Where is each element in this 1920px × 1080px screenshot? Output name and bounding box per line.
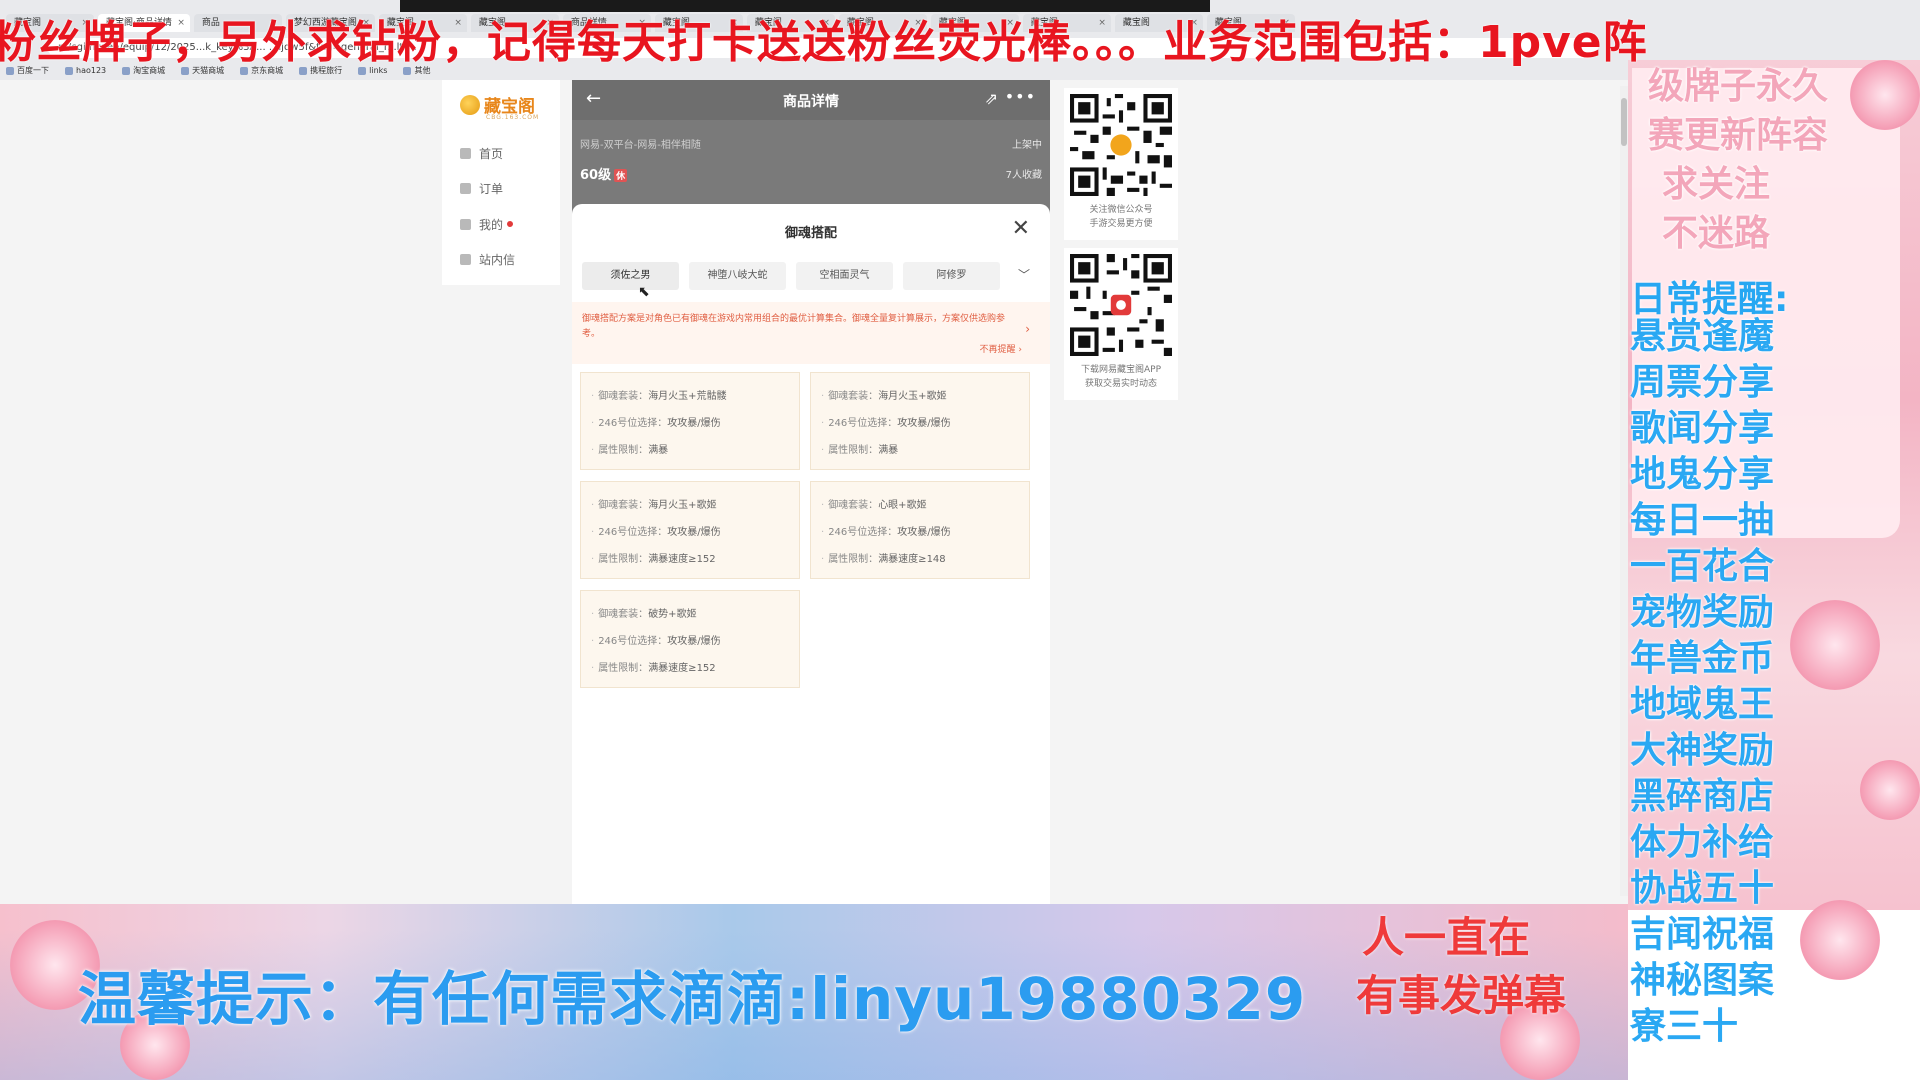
chevron-right-icon[interactable]: ›	[1025, 322, 1030, 336]
stream-overlay-banner: 粉丝牌子，另外求钻粉，记得每天打卡送送粉丝荧光棒。。。业务范围包括：1pve阵	[0, 17, 1648, 68]
stream-video-strip	[400, 0, 1210, 12]
stream-status-line2: 有事发弹幕	[1356, 971, 1567, 1020]
sakura-decoration	[1800, 900, 1880, 980]
tab-shikigami-2[interactable]: 神堕八岐大蛇	[689, 262, 786, 290]
close-icon[interactable]: ✕	[1012, 216, 1030, 241]
page-title: 商品详情	[783, 94, 839, 110]
list-item: 地域鬼王	[1630, 684, 1775, 725]
modal-title: 御魂搭配	[784, 226, 837, 241]
combo-card[interactable]: 御魂套装：破势+歌姬 246号位选择：攻攻暴/爆伤 属性限制：满暴速度≥152	[580, 590, 800, 688]
logo-coin-icon	[460, 94, 480, 115]
account-level: 60级休	[580, 168, 628, 183]
dismiss-notice-link[interactable]: 不再提醒 ›	[980, 342, 1022, 355]
listing-status: 上架中	[1012, 140, 1042, 151]
chevron-down-icon[interactable]: ﹀	[1018, 266, 1030, 283]
list-item: 悬赏逢魔	[1630, 316, 1775, 357]
share-icon[interactable]: ⇗	[985, 89, 998, 108]
list-item: 寮三十	[1630, 1006, 1739, 1047]
app-qr-box: 下载网易藏宝阁APP 获取交易实时动态	[1064, 248, 1178, 400]
list-item: 大神奖励	[1630, 730, 1775, 771]
combo-card[interactable]: 御魂套装：海月火玉+歌姬 246号位选择：攻攻暴/爆伤 属性限制：满暴	[810, 372, 1030, 470]
list-item: 地鬼分享	[1630, 454, 1775, 495]
notification-dot	[507, 221, 514, 227]
combo-card[interactable]: 御魂套装：海月火玉+荒骷髅 246号位选择：攻攻暴/爆伤 属性限制：满暴	[580, 372, 800, 470]
tab-shikigami-1[interactable]: 须佐之男	[582, 262, 679, 290]
level-badge: 休	[614, 169, 628, 182]
wechat-qr-box: 关注微信公众号 手游交易更方便	[1064, 88, 1178, 240]
list-item: 歌闻分享	[1630, 408, 1775, 449]
platform-watermark: 斗鱼 9374630	[1840, 1004, 1894, 1032]
combo-card[interactable]: 御魂套装：心眼+歌姬 246号位选择：攻攻暴/爆伤 属性限制：满暴速度≥148	[810, 481, 1030, 579]
stream-promo-text: 级牌子永久 赛更新阵容 求关注 不迷路	[1648, 65, 1829, 254]
sakura-decoration	[1790, 600, 1880, 690]
notice-banner: 御魂搭配方案是对角色已有御魂在游戏内常用组合的最优计算集合。御魂全量复计算展示，…	[572, 302, 1050, 364]
server-breadcrumb: 网易-双平台-网易-相伴相随	[580, 140, 701, 151]
tab-shikigami-3[interactable]: 空相面灵气	[796, 262, 893, 290]
user-icon	[460, 218, 471, 230]
nav-item-home[interactable]: 首页	[460, 142, 503, 164]
sakura-decoration	[1860, 760, 1920, 820]
order-icon	[460, 182, 471, 194]
webpage: 藏宝阁 CBG.163.COM 首页 订单 我的 站内信 ← 商品详情 ⇗ ••…	[0, 80, 1628, 904]
yuhun-modal: 御魂搭配 ✕ 须佐之男 神堕八岐大蛇 空相面灵气 阿修罗 ﹀ ⬉ 御魂搭配方案是…	[572, 204, 1050, 904]
daily-reminder-list: 悬赏逢魔 周票分享 歌闻分享 地鬼分享 每日一抽 一百花合 宠物奖励 年兽金币 …	[1630, 314, 1774, 1050]
list-item: 年兽金币	[1630, 638, 1775, 679]
list-item: 体力补给	[1630, 822, 1775, 863]
scrollbar-thumb[interactable]	[1621, 98, 1627, 146]
list-item: 神秘图案	[1630, 960, 1775, 1001]
page-scrollbar[interactable]	[1620, 86, 1628, 896]
list-item: 一百花合	[1630, 546, 1775, 587]
stream-contact-tip: 温馨提示：有任何需求滴滴:linyu19880329	[78, 965, 1307, 1033]
nav-item-messages[interactable]: 站内信	[460, 248, 515, 270]
list-item: 每日一抽	[1630, 500, 1775, 541]
mail-icon	[460, 253, 471, 265]
nav-item-orders[interactable]: 订单	[460, 177, 503, 199]
left-nav: 藏宝阁 CBG.163.COM 首页 订单 我的 站内信	[442, 80, 560, 285]
stream-status-line1: 人一直在	[1362, 913, 1531, 962]
page-header: ← 商品详情 ⇗ •••	[572, 80, 1050, 120]
list-item: 黑碎商店	[1630, 776, 1775, 817]
more-icon[interactable]: •••	[1005, 87, 1036, 106]
tab-shikigami-4[interactable]: 阿修罗	[903, 262, 1000, 290]
qr-code-icon[interactable]	[1070, 94, 1172, 196]
list-item: 宠物奖励	[1630, 592, 1775, 633]
sakura-decoration	[1850, 60, 1920, 130]
main-column: ← 商品详情 ⇗ ••• 网易-双平台-网易-相伴相随 上架中 60级休 7人收…	[572, 80, 1050, 904]
brand-logo[interactable]: 藏宝阁 CBG.163.COM	[460, 92, 538, 121]
combo-card[interactable]: 御魂套装：海月火玉+歌姬 246号位选择：攻攻暴/爆伤 属性限制：满暴速度≥15…	[580, 481, 800, 579]
list-item: 吉闻祝福	[1630, 914, 1775, 955]
list-item: 协战五十	[1630, 868, 1775, 909]
list-item: 周票分享	[1630, 362, 1775, 403]
home-icon	[460, 147, 471, 159]
notice-text: 御魂搭配方案是对角色已有御魂在游戏内常用组合的最优计算集合。御魂全量复计算展示，…	[582, 314, 1006, 339]
favorites-count: 7人收藏	[1005, 170, 1042, 181]
nav-item-mine[interactable]: 我的	[460, 213, 514, 235]
qr-code-icon[interactable]	[1070, 254, 1172, 356]
mouse-cursor-icon: ⬉	[638, 284, 650, 300]
